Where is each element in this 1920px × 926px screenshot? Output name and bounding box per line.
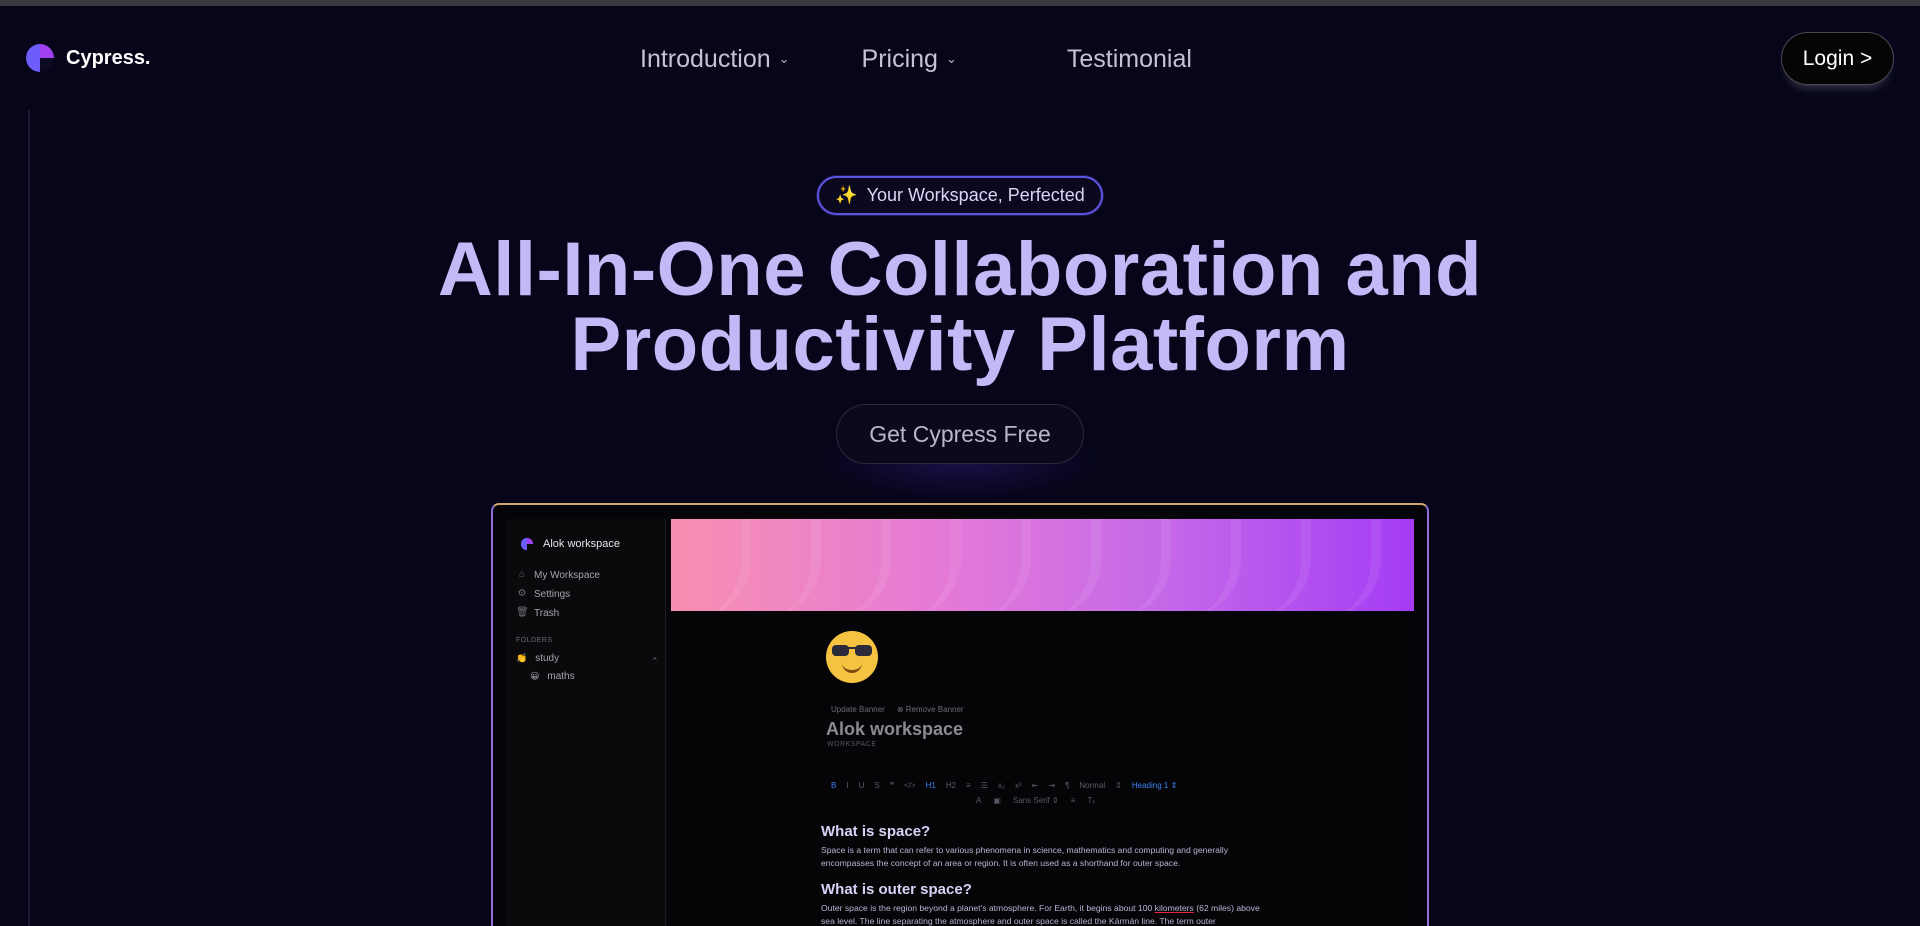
doc-heading-1: What is space? [821,823,931,840]
blockquote-button[interactable]: ❞ [890,781,894,790]
app-preview-frame: Alok workspace ⌂ My Workspace ⚙ Settings… [491,503,1429,926]
align-button[interactable]: ≡ [1071,796,1076,805]
remove-banner-button[interactable]: ⊗ Remove Banner [897,705,976,714]
indent-button[interactable]: ⇥ [1048,781,1055,790]
italic-button[interactable]: I [846,781,848,790]
brand-logo[interactable]: Cypress. [24,42,151,74]
workspace-switcher[interactable]: Alok workspace [520,537,620,551]
h2-button[interactable]: H2 [946,781,956,790]
header-select[interactable]: Heading 1 ⇕ [1132,781,1177,790]
workspace-name: Alok workspace [543,538,621,550]
remove-banner-label: Remove Banner [905,705,964,714]
underline-button[interactable]: U [859,781,865,790]
hero-title: All-In-One Collaboration and Productivit… [0,227,1920,387]
size-select[interactable]: Normal [1079,781,1105,790]
misspelled-word: kilometers [1154,903,1194,913]
background-color-button[interactable]: ▣ [993,796,1001,805]
file-label: maths [547,671,575,682]
text-direction-button[interactable]: ¶ [1065,781,1069,790]
clear-format-button[interactable]: Tₓ [1087,796,1095,805]
bullet-list-button[interactable]: ☰ [981,781,988,790]
nav-introduction-label: Introduction [640,44,771,73]
hero-title-line-2: Productivity Platform [570,302,1350,387]
editor-toolbar: B I U S ❞ </> H1 H2 ≡ ☰ x₂ x² ⇤ ⇥ ¶ Norm… [831,781,1271,805]
chevron-down-icon: ⌄ [945,51,957,66]
chevron-down-icon: ⌄ [778,51,790,66]
home-icon: ⌂ [518,569,526,580]
app-preview: Alok workspace ⌂ My Workspace ⚙ Settings… [506,519,1414,926]
nav-introduction[interactable]: Introduction ⌄ [640,45,790,74]
font-select[interactable]: Sans Serif ⇕ [1013,796,1059,805]
folder-label: study [535,653,560,664]
file-maths[interactable]: 😀 maths [530,671,575,682]
subscript-button[interactable]: x₂ [998,781,1005,790]
text-color-button[interactable]: A [976,796,981,805]
superscript-button[interactable]: x² [1015,781,1022,790]
hero-badge-text: Your Workspace, Perfected [866,185,1085,205]
ordered-list-button[interactable]: ≡ [966,781,971,790]
trash-icon: 🗑 [516,607,529,618]
sidebar-item-label: Trash [534,607,560,619]
code-button[interactable]: </> [904,781,916,790]
preview-sidebar: Alok workspace ⌂ My Workspace ⚙ Settings… [506,519,666,926]
nav-pricing-label: Pricing [861,44,938,73]
banner-actions: Update Banner ⊗ Remove Banner [831,705,988,714]
grinning-face-icon: 😀 [530,671,540,681]
sidebar-item-label: Settings [534,588,571,600]
browser-top-border [0,0,1920,6]
h1-button[interactable]: H1 [926,781,936,790]
get-cypress-free-button[interactable]: Get Cypress Free [836,404,1084,464]
cypress-logo-icon [24,42,56,74]
brand-name: Cypress. [66,46,151,69]
nav-testimonial[interactable]: Testimonial [1067,45,1192,74]
doc-paragraph-1: Space is a term that can refer to variou… [821,845,1228,868]
hero-badge: ✨ Your Workspace, Perfected [817,176,1103,215]
login-button[interactable]: Login > [1781,32,1894,85]
nav-testimonial-label: Testimonial [1066,44,1192,73]
folders-heading: FOLDERS [516,637,553,644]
sunglasses-emoji-icon[interactable] [826,631,878,683]
chevron-up-icon[interactable]: ⌃ [651,656,659,667]
gear-icon: ⚙ [517,588,527,599]
doc-paragraph-2: Outer space is the region beyond a plane… [821,902,1271,926]
update-banner-button[interactable]: Update Banner [831,705,885,714]
sidebar-item-trash[interactable]: 🗑 Trash [516,607,559,619]
doc-banner [671,519,1414,611]
sidebar-item-my-workspace[interactable]: ⌂ My Workspace [516,569,600,581]
folder-study[interactable]: 👏 study [516,653,559,664]
strike-button[interactable]: S [874,781,879,790]
outdent-button[interactable]: ⇤ [1032,781,1039,790]
size-select-arrow-icon: ⇕ [1115,781,1122,790]
sidebar-item-settings[interactable]: ⚙ Settings [516,588,571,600]
bold-button[interactable]: B [831,781,836,790]
doc-heading-2: What is outer space? [821,881,972,898]
doc-subtitle: WORKSPACE [827,741,877,748]
main-nav: Introduction ⌄ Pricing ⌄ Testimonial [640,42,1192,76]
nav-pricing[interactable]: Pricing ⌄ [862,45,957,74]
doc-editor: Update Banner ⊗ Remove Banner Alok works… [671,611,1414,926]
workspace-logo-icon [520,537,534,551]
hero-title-line-1: All-In-One Collaboration and [437,227,1483,312]
sidebar-item-label: My Workspace [534,569,600,581]
clapping-hands-icon: 👏 [516,653,528,663]
doc-title[interactable]: Alok workspace [826,719,963,740]
doc-paragraph-2-part: Outer space is the region beyond a plane… [821,903,1155,913]
sparkles-icon: ✨ [835,185,858,205]
